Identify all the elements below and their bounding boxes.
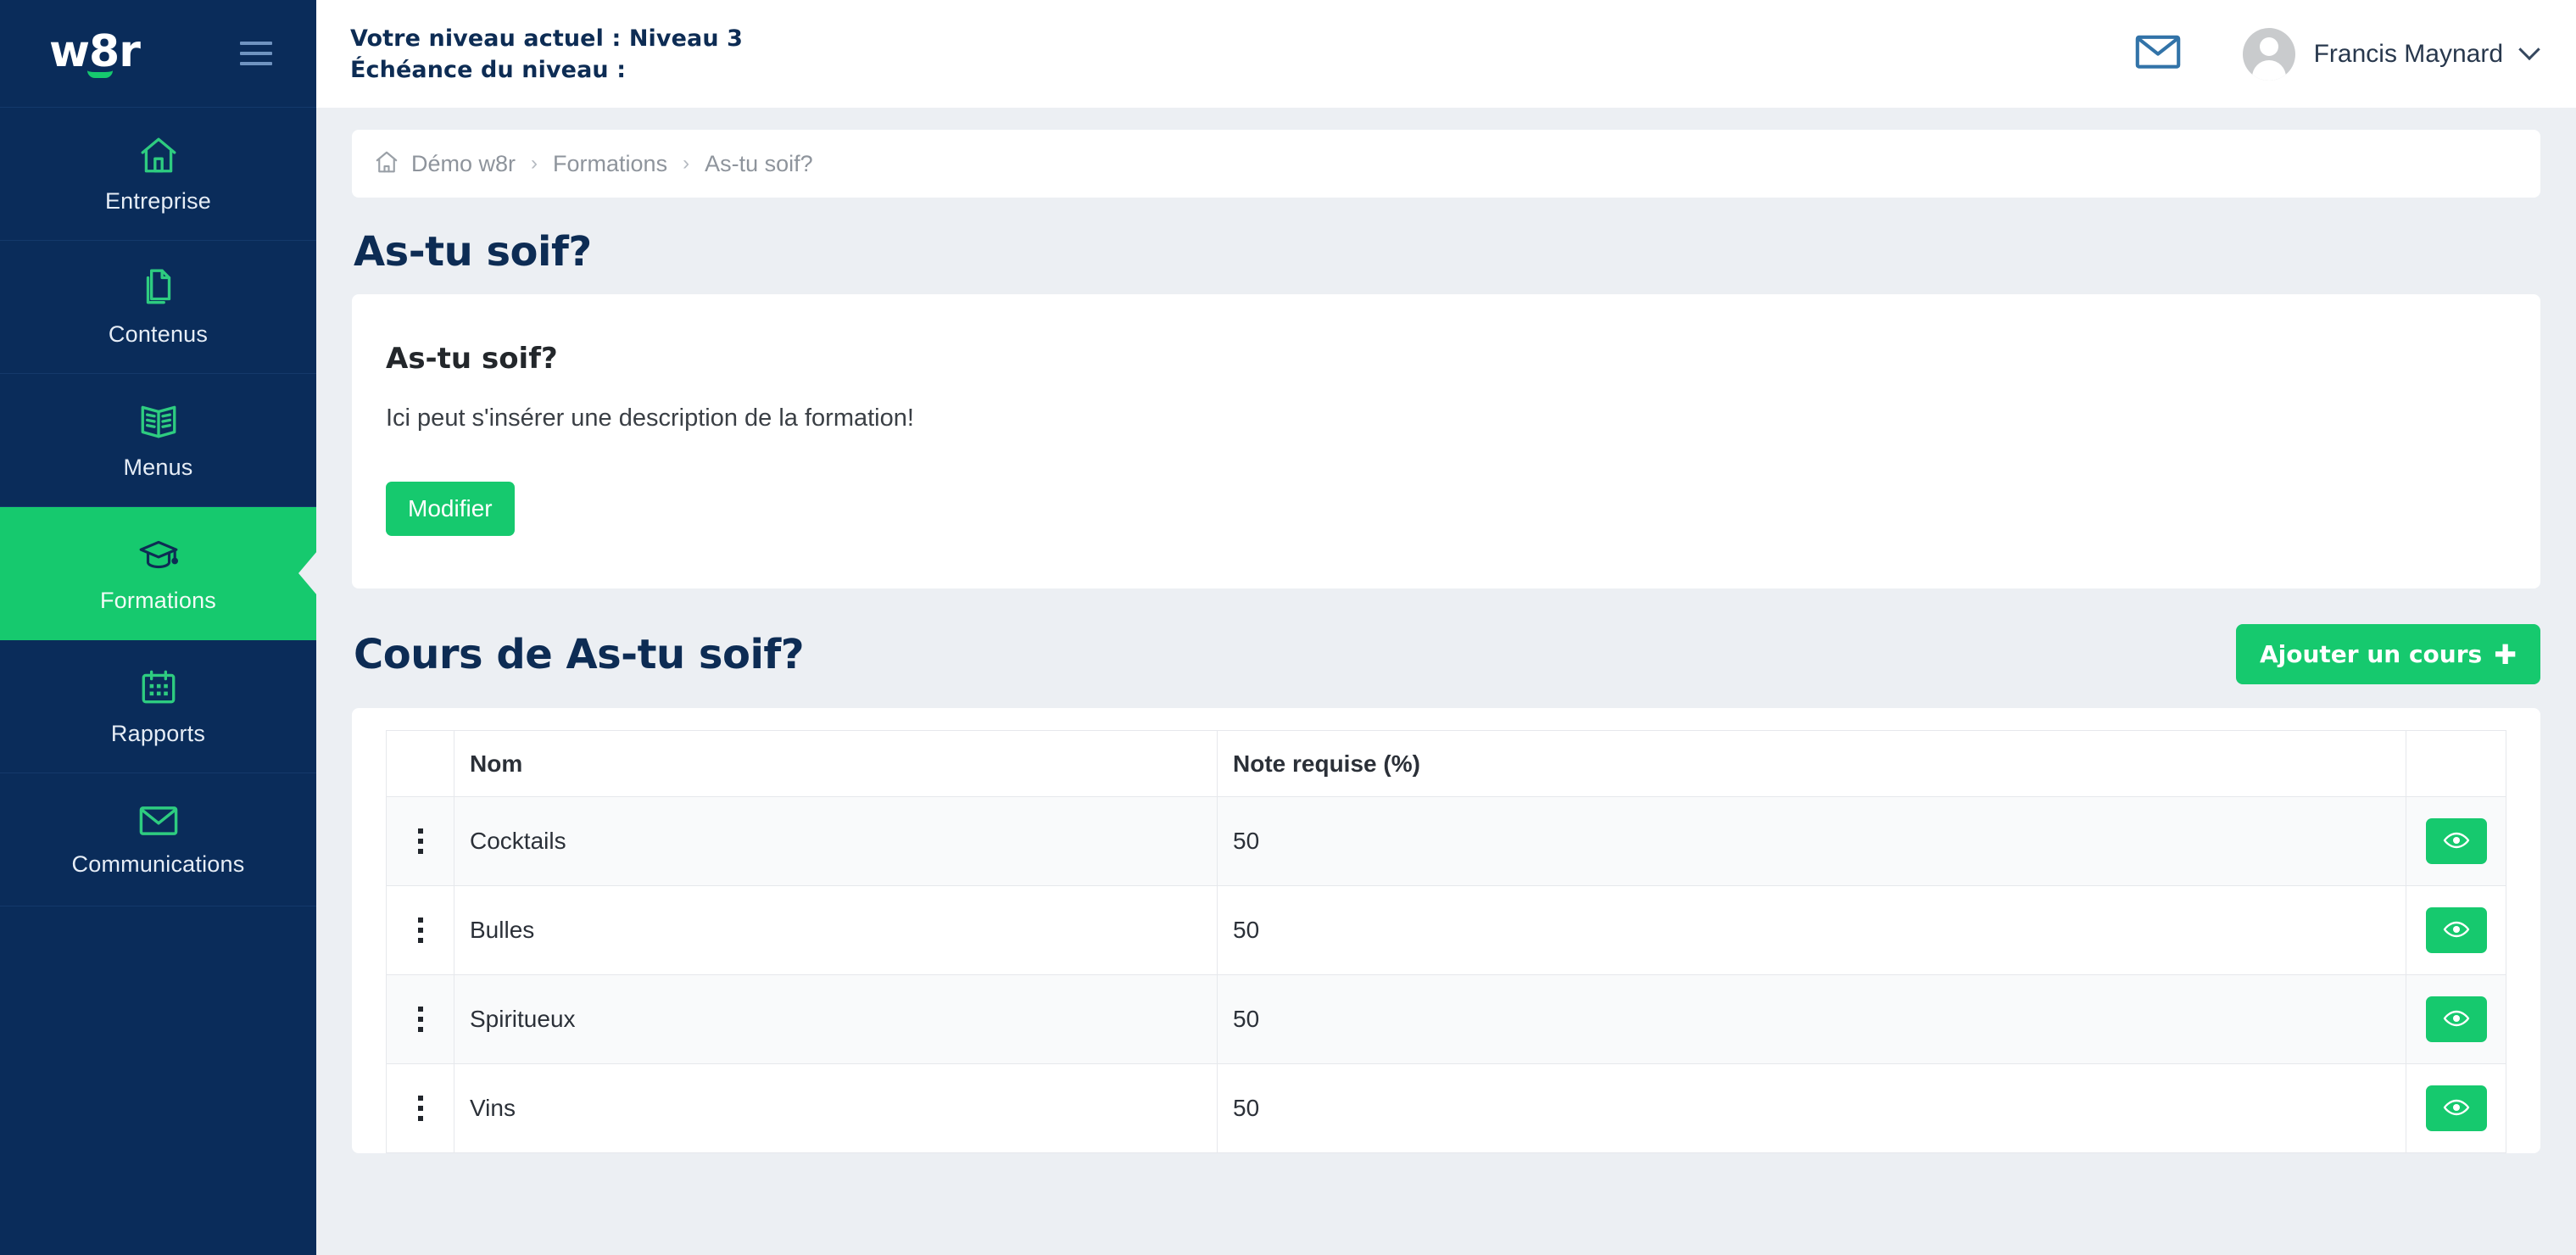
courses-table-card: Nom Note requise (%) Cocktails 50 Bulles… bbox=[352, 708, 2540, 1153]
sidebar: w8r Entreprise Contenus Menus Formations… bbox=[0, 0, 316, 1255]
view-course-button[interactable] bbox=[2425, 996, 2487, 1042]
row-menu-cell bbox=[386, 885, 454, 975]
sidebar-item-menus[interactable]: Menus bbox=[0, 374, 316, 507]
graduation-cap-icon bbox=[135, 533, 182, 576]
eye-icon bbox=[2443, 831, 2470, 852]
plus-icon: ✚ bbox=[2494, 638, 2517, 671]
eye-icon bbox=[2443, 1009, 2470, 1030]
sidebar-item-entreprise[interactable]: Entreprise bbox=[0, 108, 316, 241]
courses-table: Nom Note requise (%) Cocktails 50 Bulles… bbox=[386, 730, 2506, 1153]
row-menu-cell bbox=[386, 796, 454, 886]
row-note-cell: 50 bbox=[1217, 885, 2406, 975]
main-area: Votre niveau actuel : Niveau 3 Échéance … bbox=[316, 0, 2576, 1255]
table-row: Vins 50 bbox=[386, 1063, 2506, 1153]
documents-icon bbox=[137, 267, 180, 310]
row-action-cell bbox=[2406, 796, 2506, 886]
envelope-icon bbox=[137, 802, 181, 839]
add-course-button[interactable]: Ajouter un cours ✚ bbox=[2235, 624, 2540, 684]
table-row: Bulles 50 bbox=[386, 885, 2506, 975]
sidebar-item-label: Menus bbox=[123, 454, 193, 480]
row-menu-cell bbox=[386, 974, 454, 1064]
avatar bbox=[2242, 27, 2295, 81]
kebab-menu-icon[interactable] bbox=[402, 918, 438, 943]
logo-smile-icon bbox=[87, 70, 114, 78]
user-name: Francis Maynard bbox=[2313, 39, 2503, 68]
messages-button[interactable] bbox=[2133, 32, 2183, 75]
row-name-cell: Bulles bbox=[454, 885, 1218, 975]
kebab-menu-icon[interactable] bbox=[402, 1007, 438, 1032]
sidebar-item-label: Rapports bbox=[110, 720, 206, 746]
column-header-menu bbox=[386, 730, 454, 797]
breadcrumb-separator: › bbox=[531, 152, 538, 175]
sidebar-item-rapports[interactable]: Rapports bbox=[0, 640, 316, 773]
page-title: As-tu soif? bbox=[354, 228, 592, 276]
level-due-text: Échéance du niveau : bbox=[350, 56, 627, 83]
courses-title: Cours de As-tu soif? bbox=[354, 630, 805, 678]
table-header-row: Nom Note requise (%) bbox=[386, 730, 2506, 797]
logo-text: w8r bbox=[49, 25, 141, 77]
header-actions: Francis Maynard bbox=[2133, 27, 2540, 81]
column-header-nom: Nom bbox=[454, 730, 1218, 797]
row-action-cell bbox=[2406, 885, 2506, 975]
sidebar-nav: Entreprise Contenus Menus Formations Rap… bbox=[0, 108, 316, 906]
level-info: Votre niveau actuel : Niveau 3 Échéance … bbox=[350, 25, 743, 83]
row-action-cell bbox=[2406, 974, 2506, 1064]
kebab-menu-icon[interactable] bbox=[402, 828, 438, 854]
formation-card-title: As-tu soif? bbox=[386, 342, 558, 376]
table-row: Spiritueux 50 bbox=[386, 974, 2506, 1064]
breadcrumb-item-home[interactable]: Démo w8r bbox=[411, 151, 516, 177]
breadcrumb-separator: › bbox=[683, 152, 690, 175]
app-logo[interactable]: w8r bbox=[49, 25, 141, 78]
eye-icon bbox=[2443, 1098, 2470, 1119]
book-icon bbox=[137, 400, 181, 443]
top-header: Votre niveau actuel : Niveau 3 Échéance … bbox=[316, 0, 2576, 108]
sidebar-item-label: Contenus bbox=[108, 321, 209, 347]
sidebar-item-label: Communications bbox=[71, 851, 245, 877]
row-name-cell: Spiritueux bbox=[454, 974, 1218, 1064]
breadcrumb-item-current: As-tu soif? bbox=[705, 150, 813, 176]
sidebar-item-formations[interactable]: Formations bbox=[0, 507, 316, 640]
sidebar-header: w8r bbox=[0, 0, 316, 108]
row-note-cell: 50 bbox=[1217, 974, 2406, 1064]
table-row: Cocktails 50 bbox=[386, 796, 2506, 886]
home-icon bbox=[374, 149, 399, 179]
sidebar-item-label: Formations bbox=[99, 587, 217, 613]
row-note-cell: 50 bbox=[1217, 1063, 2406, 1153]
home-icon bbox=[136, 134, 181, 176]
row-name-cell: Vins bbox=[454, 1063, 1218, 1153]
column-header-actions bbox=[2406, 730, 2506, 797]
view-course-button[interactable] bbox=[2425, 818, 2487, 864]
sidebar-item-communications[interactable]: Communications bbox=[0, 773, 316, 906]
sidebar-item-label: Entreprise bbox=[104, 187, 212, 214]
column-header-note: Note requise (%) bbox=[1217, 730, 2406, 797]
hamburger-menu-icon[interactable] bbox=[240, 42, 272, 65]
breadcrumb: Démo w8r › Formations › As-tu soif? bbox=[352, 130, 2540, 198]
current-level-text: Votre niveau actuel : Niveau 3 bbox=[350, 25, 744, 52]
breadcrumb-item-formations[interactable]: Formations bbox=[553, 151, 667, 177]
eye-icon bbox=[2443, 920, 2470, 941]
chevron-down-icon bbox=[2518, 38, 2540, 60]
formation-info-card: As-tu soif? Ici peut s'insérer une descr… bbox=[352, 294, 2540, 588]
row-note-cell: 50 bbox=[1217, 796, 2406, 886]
view-course-button[interactable] bbox=[2425, 907, 2487, 953]
calendar-icon bbox=[137, 667, 180, 709]
row-name-cell: Cocktails bbox=[454, 796, 1218, 886]
sidebar-item-contenus[interactable]: Contenus bbox=[0, 241, 316, 374]
row-menu-cell bbox=[386, 1063, 454, 1153]
envelope-icon bbox=[2133, 32, 2183, 75]
courses-section-header: Cours de As-tu soif? Ajouter un cours ✚ bbox=[354, 624, 2540, 684]
page-content: Démo w8r › Formations › As-tu soif? As-t… bbox=[316, 108, 2576, 1255]
view-course-button[interactable] bbox=[2425, 1085, 2487, 1131]
add-course-label: Ajouter un cours bbox=[2259, 640, 2483, 668]
row-action-cell bbox=[2406, 1063, 2506, 1153]
app-root: w8r Entreprise Contenus Menus Formations… bbox=[0, 0, 2576, 1255]
modifier-button[interactable]: Modifier bbox=[386, 482, 515, 536]
formation-description: Ici peut s'insérer une description de la… bbox=[386, 404, 914, 432]
user-menu[interactable]: Francis Maynard bbox=[2242, 27, 2540, 81]
kebab-menu-icon[interactable] bbox=[402, 1096, 438, 1121]
